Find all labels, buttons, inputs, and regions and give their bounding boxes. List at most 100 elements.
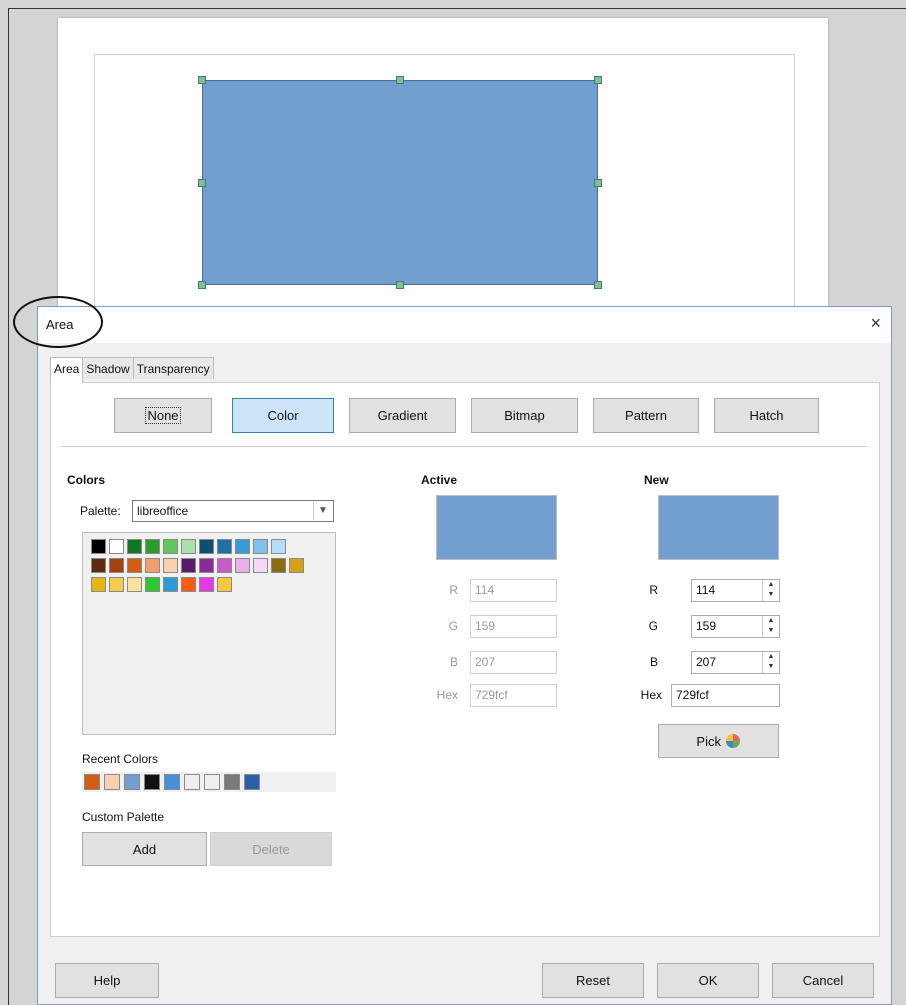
separator xyxy=(61,446,867,447)
palette-swatch[interactable] xyxy=(289,558,304,573)
active-b-label: B xyxy=(449,655,458,669)
recent-color-swatch[interactable] xyxy=(104,774,120,790)
palette-swatch[interactable] xyxy=(235,539,250,554)
palette-swatch[interactable] xyxy=(253,539,268,554)
palette-swatch[interactable] xyxy=(271,539,286,554)
active-b-field: 207 xyxy=(470,651,557,674)
palette-swatch[interactable] xyxy=(145,539,160,554)
palette-swatch[interactable] xyxy=(163,558,178,573)
pick-button[interactable]: Pick xyxy=(658,724,779,758)
palette-swatch-grid xyxy=(82,532,336,735)
active-hex-field: 729fcf xyxy=(470,684,557,707)
help-button[interactable]: Help xyxy=(55,963,159,998)
recent-color-swatch[interactable] xyxy=(124,774,140,790)
palette-swatch[interactable] xyxy=(145,558,160,573)
palette-swatch[interactable] xyxy=(109,558,124,573)
new-hex-field[interactable]: 729fcf xyxy=(671,684,780,707)
spin-arrows-icon[interactable]: ▲ ▼ xyxy=(762,652,779,673)
palette-swatch[interactable] xyxy=(91,558,106,573)
resize-handle-nw[interactable] xyxy=(198,76,206,84)
recent-colors-label: Recent Colors xyxy=(82,752,159,766)
palette-swatch[interactable] xyxy=(181,558,196,573)
palette-swatch[interactable] xyxy=(91,539,106,554)
spin-arrows-icon[interactable]: ▲ ▼ xyxy=(762,616,779,637)
resize-handle-s[interactable] xyxy=(396,281,404,289)
bitmap-button[interactable]: Bitmap xyxy=(471,398,578,433)
palette-swatch[interactable] xyxy=(127,558,142,573)
reset-button[interactable]: Reset xyxy=(542,963,644,998)
active-hex-label: Hex xyxy=(436,688,458,702)
palette-swatch[interactable] xyxy=(199,539,214,554)
cancel-button[interactable]: Cancel xyxy=(772,963,874,998)
close-icon[interactable]: × xyxy=(870,313,881,334)
tab-area[interactable]: Area xyxy=(50,357,84,383)
selected-rectangle-shape[interactable] xyxy=(202,80,598,285)
pattern-button[interactable]: Pattern xyxy=(593,398,699,433)
palette-swatch[interactable] xyxy=(127,577,142,592)
spin-arrows-icon[interactable]: ▲ ▼ xyxy=(762,580,779,601)
palette-swatch[interactable] xyxy=(109,577,124,592)
new-r-field[interactable]: 114 ▲ ▼ xyxy=(691,579,780,602)
new-heading: New xyxy=(644,473,669,487)
recent-color-swatch[interactable] xyxy=(84,774,100,790)
ok-button[interactable]: OK xyxy=(657,963,759,998)
highlight-ellipse-annotation xyxy=(13,296,103,348)
recent-color-swatch[interactable] xyxy=(204,774,220,790)
active-r-label: R xyxy=(449,583,458,597)
add-button[interactable]: Add xyxy=(82,832,207,866)
area-dialog: Area × Area Shadow Transparency None Col… xyxy=(37,306,892,1005)
palette-swatch[interactable] xyxy=(91,577,106,592)
chevron-down-icon[interactable]: ▼ xyxy=(313,502,332,520)
resize-handle-ne[interactable] xyxy=(594,76,602,84)
resize-handle-e[interactable] xyxy=(594,179,602,187)
recent-color-swatch[interactable] xyxy=(144,774,160,790)
palette-swatch[interactable] xyxy=(217,558,232,573)
hatch-button[interactable]: Hatch xyxy=(714,398,819,433)
palette-select[interactable]: libreoffice ▼ xyxy=(132,500,334,522)
color-button[interactable]: Color xyxy=(232,398,334,433)
resize-handle-sw[interactable] xyxy=(198,281,206,289)
palette-swatch[interactable] xyxy=(109,539,124,554)
palette-swatch[interactable] xyxy=(181,577,196,592)
recent-color-swatch[interactable] xyxy=(244,774,260,790)
palette-label: Palette: xyxy=(80,504,121,518)
delete-button[interactable]: Delete xyxy=(210,832,332,866)
palette-swatch[interactable] xyxy=(163,577,178,592)
resize-handle-n[interactable] xyxy=(396,76,404,84)
active-g-field: 159 xyxy=(470,615,557,638)
new-b-field[interactable]: 207 ▲ ▼ xyxy=(691,651,780,674)
palette-swatch[interactable] xyxy=(163,539,178,554)
palette-swatch[interactable] xyxy=(217,577,232,592)
dialog-titlebar: Area × xyxy=(38,307,891,343)
new-color-preview xyxy=(658,495,779,560)
active-g-label: G xyxy=(448,619,458,633)
new-g-label: G xyxy=(648,619,658,633)
palette-swatch[interactable] xyxy=(199,577,214,592)
active-color-preview xyxy=(436,495,557,560)
tab-transparency[interactable]: Transparency xyxy=(132,357,214,379)
color-wheel-icon xyxy=(725,734,740,748)
none-button[interactable]: None xyxy=(114,398,212,433)
palette-swatch[interactable] xyxy=(217,539,232,554)
new-g-field[interactable]: 159 ▲ ▼ xyxy=(691,615,780,638)
active-r-field: 114 xyxy=(470,579,557,602)
resize-handle-se[interactable] xyxy=(594,281,602,289)
palette-swatch[interactable] xyxy=(199,558,214,573)
new-r-label: R xyxy=(649,583,658,597)
tab-shadow[interactable]: Shadow xyxy=(82,357,134,379)
palette-swatch[interactable] xyxy=(271,558,286,573)
active-heading: Active xyxy=(421,473,458,487)
recent-color-swatch[interactable] xyxy=(164,774,180,790)
resize-handle-w[interactable] xyxy=(198,179,206,187)
palette-swatch[interactable] xyxy=(145,577,160,592)
gradient-button[interactable]: Gradient xyxy=(349,398,456,433)
recent-color-swatch[interactable] xyxy=(224,774,240,790)
palette-swatch[interactable] xyxy=(127,539,142,554)
new-hex-label: Hex xyxy=(640,688,662,702)
palette-swatch[interactable] xyxy=(253,558,268,573)
new-b-label: B xyxy=(649,655,658,669)
recent-color-swatch[interactable] xyxy=(184,774,200,790)
palette-select-value: libreoffice xyxy=(137,504,189,518)
palette-swatch[interactable] xyxy=(235,558,250,573)
palette-swatch[interactable] xyxy=(181,539,196,554)
